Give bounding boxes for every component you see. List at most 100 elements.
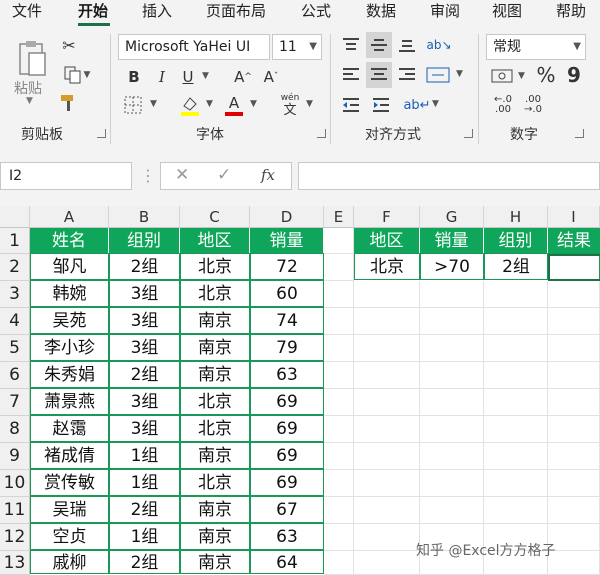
cell-e10[interactable]	[324, 470, 354, 497]
cell-b7[interactable]: 3组	[109, 388, 180, 415]
row-header-3[interactable]: 3	[0, 281, 30, 308]
cell-b12[interactable]: 1组	[109, 523, 180, 550]
cell-c9[interactable]: 南京	[180, 442, 250, 469]
cell-g9[interactable]	[420, 443, 484, 470]
cell-f4[interactable]	[354, 308, 420, 335]
cell-e12[interactable]	[324, 524, 354, 551]
column-header-a[interactable]: A	[30, 206, 109, 228]
cell-f3[interactable]	[354, 281, 420, 308]
tab-help[interactable]: 帮助	[556, 0, 586, 22]
cell-b5[interactable]: 3组	[109, 334, 180, 361]
cell-a7[interactable]: 萧景燕	[30, 388, 109, 415]
tab-view[interactable]: 视图	[492, 0, 522, 22]
cell-c1[interactable]: 地区	[180, 228, 250, 254]
orientation-icon[interactable]: ab↘	[426, 32, 452, 58]
cell-d11[interactable]: 67	[250, 496, 324, 523]
row-header-7[interactable]: 7	[0, 389, 30, 416]
tab-data[interactable]: 数据	[366, 0, 396, 22]
cell-a13[interactable]: 戚柳	[30, 550, 109, 574]
align-bottom-icon[interactable]	[396, 34, 418, 56]
chevron-down-icon[interactable]: ▼	[432, 99, 439, 109]
font-color-icon[interactable]: A	[222, 92, 246, 118]
column-header-b[interactable]: B	[109, 206, 180, 228]
cell-c7[interactable]: 北京	[180, 388, 250, 415]
align-left-icon[interactable]	[340, 64, 362, 86]
cell-i11[interactable]	[548, 497, 600, 524]
cell-e8[interactable]	[324, 416, 354, 443]
cell-b2[interactable]: 2组	[109, 253, 180, 280]
align-center-icon[interactable]	[366, 62, 392, 88]
cell-d10[interactable]: 69	[250, 469, 324, 496]
cell-e2[interactable]	[324, 254, 354, 281]
row-header-13[interactable]: 13	[0, 551, 30, 575]
cell-a3[interactable]: 韩婉	[30, 280, 109, 307]
increase-indent-icon[interactable]	[370, 94, 392, 116]
cell-f5[interactable]	[354, 335, 420, 362]
cell-g2[interactable]: >70	[420, 253, 484, 280]
cell-a11[interactable]: 吴瑞	[30, 496, 109, 523]
increase-decimal-icon[interactable]: ←.0.00	[490, 92, 516, 118]
cell-i7[interactable]	[548, 389, 600, 416]
column-header-e[interactable]: E	[324, 206, 354, 228]
formula-input[interactable]	[298, 162, 600, 190]
align-top-icon[interactable]	[340, 34, 362, 56]
align-middle-icon[interactable]	[366, 32, 392, 58]
cut-icon[interactable]: ✂	[58, 34, 80, 56]
cell-i6[interactable]	[548, 362, 600, 389]
cell-h10[interactable]	[484, 470, 548, 497]
clipboard-launcher-icon[interactable]	[97, 129, 106, 138]
percent-button[interactable]: %	[534, 62, 558, 88]
insert-function-button[interactable]: fx	[261, 166, 275, 184]
cell-b13[interactable]: 2组	[109, 550, 180, 574]
cell-f12[interactable]	[354, 524, 420, 551]
enter-icon[interactable]: ✓	[217, 165, 231, 185]
cell-b3[interactable]: 3组	[109, 280, 180, 307]
fill-color-icon[interactable]	[178, 92, 202, 118]
cell-b11[interactable]: 2组	[109, 496, 180, 523]
cell-f13[interactable]	[354, 551, 420, 575]
merge-center-icon[interactable]	[424, 62, 452, 88]
cell-d1[interactable]: 销量	[250, 228, 324, 254]
cell-c11[interactable]: 南京	[180, 496, 250, 523]
cell-h7[interactable]	[484, 389, 548, 416]
accounting-format-icon[interactable]	[488, 64, 516, 88]
wrap-text-icon[interactable]: ab↵	[403, 92, 430, 118]
row-header-12[interactable]: 12	[0, 524, 30, 551]
cell-b1[interactable]: 组别	[109, 228, 180, 254]
row-header-5[interactable]: 5	[0, 335, 30, 362]
decrease-indent-icon[interactable]	[340, 94, 362, 116]
cell-c5[interactable]: 南京	[180, 334, 250, 361]
cell-a5[interactable]: 李小珍	[30, 334, 109, 361]
grow-font-button[interactable]: A ^	[232, 66, 254, 88]
chevron-down-icon[interactable]: ▼	[456, 69, 463, 79]
cell-f6[interactable]	[354, 362, 420, 389]
chevron-down-icon[interactable]: ▼	[202, 71, 209, 81]
cell-f7[interactable]	[354, 389, 420, 416]
row-header-10[interactable]: 10	[0, 470, 30, 497]
cell-d7[interactable]: 69	[250, 388, 324, 415]
chevron-down-icon[interactable]: ▼	[306, 99, 313, 109]
cell-i3[interactable]	[548, 281, 600, 308]
cell-e9[interactable]	[324, 443, 354, 470]
format-painter-icon[interactable]	[58, 92, 80, 114]
cell-a2[interactable]: 邹凡	[30, 253, 109, 280]
cell-i4[interactable]	[548, 308, 600, 335]
cell-a8[interactable]: 赵霭	[30, 415, 109, 442]
cell-b10[interactable]: 1组	[109, 469, 180, 496]
cell-d5[interactable]: 79	[250, 334, 324, 361]
cell-e6[interactable]	[324, 362, 354, 389]
chevron-down-icon[interactable]: ▼	[206, 99, 213, 109]
row-header-8[interactable]: 8	[0, 416, 30, 443]
cell-g4[interactable]	[420, 308, 484, 335]
cell-c2[interactable]: 北京	[180, 253, 250, 280]
cell-h2[interactable]: 2组	[484, 253, 548, 280]
cell-a4[interactable]: 吴苑	[30, 307, 109, 334]
cell-a1[interactable]: 姓名	[30, 228, 109, 254]
cell-h4[interactable]	[484, 308, 548, 335]
decrease-decimal-icon[interactable]: .00 →.0	[520, 92, 546, 118]
cell-g5[interactable]	[420, 335, 484, 362]
cell-d2[interactable]: 72	[250, 253, 324, 280]
align-right-icon[interactable]	[396, 64, 418, 86]
tab-file[interactable]: 文件	[12, 0, 42, 22]
chevron-down-icon[interactable]: ▼	[26, 96, 33, 106]
